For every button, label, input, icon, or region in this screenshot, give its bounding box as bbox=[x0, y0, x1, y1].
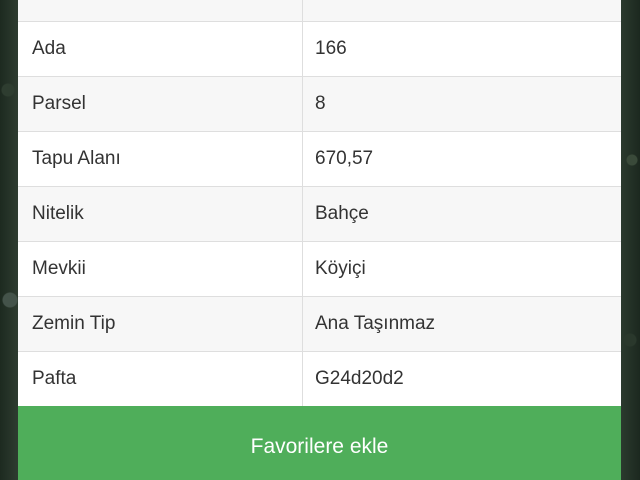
row-label: Pafta bbox=[18, 352, 303, 406]
table-row-mevkii: Mevkii Köyiçi bbox=[18, 242, 621, 297]
row-label: Tapu Alanı bbox=[18, 132, 303, 186]
row-label: Parsel bbox=[18, 77, 303, 131]
row-label: Mahalle No bbox=[18, 0, 303, 21]
row-label: Zemin Tip bbox=[18, 297, 303, 351]
row-value: 8 bbox=[303, 77, 621, 131]
table-row-mahalle-no: Mahalle No 40486 bbox=[18, 0, 621, 22]
table-row-pafta: Pafta G24d20d2 bbox=[18, 352, 621, 407]
table-row-parsel: Parsel 8 bbox=[18, 77, 621, 132]
row-value: Köyiçi bbox=[303, 242, 621, 296]
add-to-favorites-label: Favorilere ekle bbox=[250, 435, 389, 458]
table-row-nitelik: Nitelik Bahçe bbox=[18, 187, 621, 242]
parcel-info-panel: Mahalle No 40486 Ada 166 Parsel 8 Tapu A… bbox=[18, 0, 621, 480]
row-value: Ana Taşınmaz bbox=[303, 297, 621, 351]
table-row-ada: Ada 166 bbox=[18, 22, 621, 77]
row-value: 670,57 bbox=[303, 132, 621, 186]
row-label: Ada bbox=[18, 22, 303, 76]
table-row-tapu-alani: Tapu Alanı 670,57 bbox=[18, 132, 621, 187]
row-label: Mevkii bbox=[18, 242, 303, 296]
row-value: G24d20d2 bbox=[303, 352, 621, 406]
row-value: 166 bbox=[303, 22, 621, 76]
row-value: Bahçe bbox=[303, 187, 621, 241]
add-to-favorites-button[interactable]: Favorilere ekle bbox=[18, 406, 621, 480]
row-label: Nitelik bbox=[18, 187, 303, 241]
parcel-info-table: Mahalle No 40486 Ada 166 Parsel 8 Tapu A… bbox=[18, 0, 621, 407]
row-value: 40486 bbox=[303, 0, 621, 21]
table-row-zemin-tip: Zemin Tip Ana Taşınmaz bbox=[18, 297, 621, 352]
